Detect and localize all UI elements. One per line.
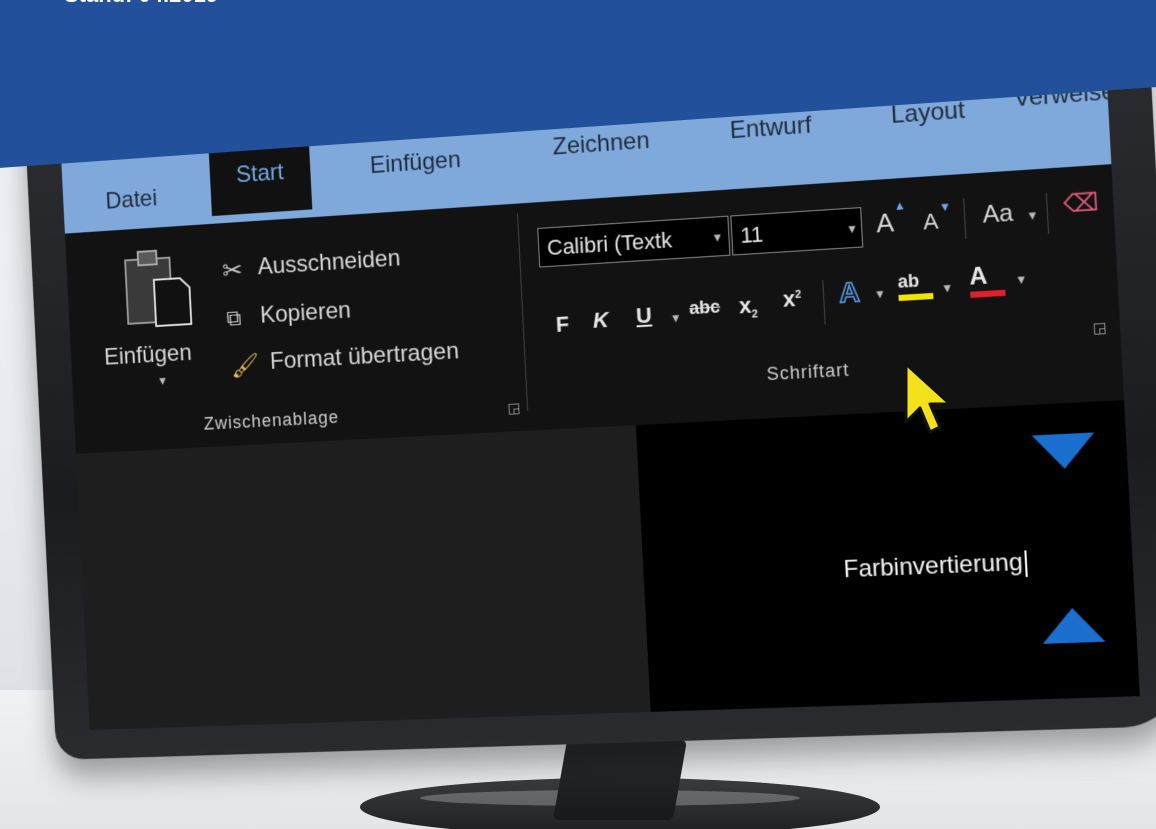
clear-formatting-icon[interactable]: ⌫ — [1062, 188, 1099, 220]
copy-button[interactable]: Kopieren — [259, 297, 351, 330]
superscript-button[interactable]: x2 — [782, 286, 802, 313]
font-dialog-launcher-icon[interactable]: ◲ — [1092, 319, 1107, 337]
font-divider-3 — [822, 280, 826, 325]
font-name-select[interactable]: Calibri (Textk — [537, 215, 731, 268]
underline-button[interactable]: U — [635, 303, 652, 330]
font-size-value: 11 — [739, 221, 764, 248]
font-name-dropdown-icon[interactable]: ▼ — [711, 230, 724, 245]
format-painter-button[interactable]: Format übertragen — [269, 338, 459, 376]
group-divider — [517, 213, 529, 411]
scissors-icon: ✂ — [221, 254, 244, 286]
underline-dropdown-icon[interactable]: ▼ — [670, 311, 683, 326]
marker-down-icon — [1031, 432, 1097, 471]
font-color-bar — [970, 289, 1006, 298]
shrink-font-arrow-icon: ▼ — [938, 199, 952, 215]
change-case-button[interactable]: Aa — [982, 199, 1014, 229]
font-color-label: A — [968, 262, 988, 291]
banner-text: Stand: 04.2019 — [64, 0, 218, 8]
paste-button[interactable]: Einfügen — [104, 339, 193, 371]
subscript-button[interactable]: x2 — [738, 292, 758, 322]
bold-button[interactable]: F — [555, 311, 569, 337]
document-page[interactable]: Farbinvertierung — [635, 400, 1140, 712]
clipboard-group-label: Zwischenablage — [203, 407, 340, 434]
change-case-dropdown-icon[interactable]: ▼ — [1026, 208, 1039, 223]
highlight-color-bar — [898, 292, 934, 302]
tab-entwurf[interactable]: Entwurf — [729, 111, 812, 145]
text-effects-label: A — [838, 275, 862, 309]
document-left-pane — [75, 426, 622, 731]
text-effects-button[interactable]: A — [838, 275, 862, 309]
font-color-dropdown-icon[interactable]: ▼ — [1015, 272, 1028, 287]
subscript-label: x — [738, 292, 752, 319]
font-name-value: Calibri (Textk — [546, 227, 673, 261]
highlight-dropdown-icon[interactable]: ▼ — [941, 281, 954, 296]
font-group-label: Schriftart — [766, 359, 850, 385]
tab-einfuegen[interactable]: Einfügen — [369, 146, 461, 180]
clipboard-dialog-launcher-icon[interactable]: ◲ — [507, 399, 521, 416]
copy-icon: ⧉ — [225, 305, 242, 331]
tab-datei[interactable]: Datei — [105, 185, 158, 215]
font-divider-2 — [1045, 193, 1050, 234]
font-color-button[interactable]: A — [969, 261, 1006, 298]
format-painter-icon: 🖌 — [230, 352, 261, 380]
tab-zeichnen[interactable]: Zeichnen — [552, 127, 650, 162]
monitor-screen: Datei Start Einfügen Zeichnen Entwurf La… — [60, 69, 1140, 731]
text-effects-dropdown-icon[interactable]: ▼ — [873, 287, 886, 302]
highlight-button[interactable]: ab — [897, 270, 934, 302]
grow-font-arrow-icon: ▲ — [893, 198, 907, 214]
font-size-dropdown-icon[interactable]: ▼ — [846, 221, 859, 236]
shrink-font-button[interactable]: A — [923, 208, 939, 235]
strikethrough-button[interactable]: abc — [689, 296, 721, 319]
mouse-pointer-icon — [900, 360, 956, 441]
scene: Datei Start Einfügen Zeichnen Entwurf La… — [0, 0, 1156, 829]
highlight-label: ab — [897, 270, 920, 292]
cut-button[interactable]: Ausschneiden — [257, 245, 401, 281]
paste-icon[interactable] — [121, 244, 199, 336]
monitor-stand-neck — [552, 740, 688, 820]
document-text[interactable]: Farbinvertierung — [843, 548, 1028, 584]
grow-font-button[interactable]: A — [875, 207, 894, 239]
paste-dropdown-icon[interactable]: ▼ — [157, 374, 169, 388]
font-size-select[interactable]: 11 — [730, 207, 864, 256]
marker-up-icon — [1040, 606, 1106, 644]
italic-button[interactable]: K — [592, 307, 609, 334]
text-cursor — [1024, 550, 1028, 577]
font-divider — [963, 198, 967, 240]
document-text-content: Farbinvertierung — [842, 548, 1024, 584]
